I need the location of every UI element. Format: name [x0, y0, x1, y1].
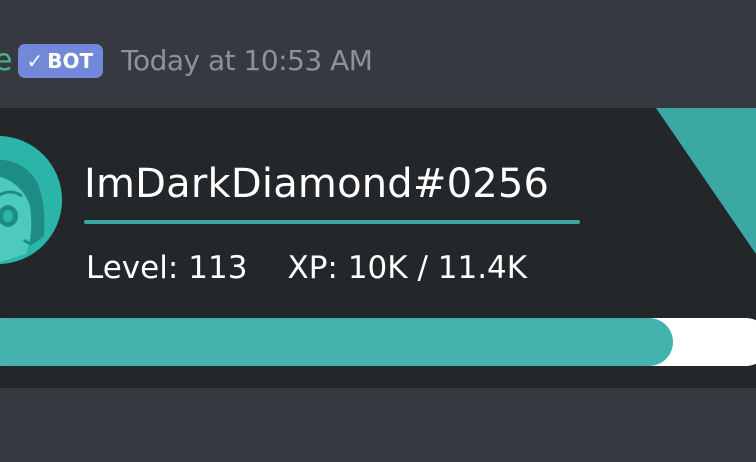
bot-badge: ✓ BOT — [18, 44, 104, 78]
author-name[interactable]: e — [0, 38, 12, 84]
message-header: e ✓ BOT Today at 10:53 AM — [0, 38, 373, 84]
xp-progress-fill — [0, 318, 673, 366]
rank-card: ImDarkDiamond#0256 Level: 113 XP: 10K / … — [0, 108, 756, 388]
xp-label: XP: — [287, 250, 338, 286]
chat-message: e ✓ BOT Today at 10:53 AM ImDarkDiamond#… — [0, 0, 756, 462]
rank-stats: Level: 113 XP: 10K / 11.4K — [86, 248, 527, 288]
message-timestamp[interactable]: Today at 10:53 AM — [121, 38, 373, 84]
avatar[interactable] — [0, 136, 62, 264]
username-underline — [84, 220, 580, 224]
anime-avatar-icon — [0, 136, 62, 264]
rank-username: ImDarkDiamond#0256 — [84, 161, 550, 207]
level-label: Level: — [86, 250, 179, 286]
xp-value: 10K / 11.4K — [347, 250, 528, 286]
check-icon: ✓ — [26, 49, 44, 73]
bot-badge-label: BOT — [47, 49, 94, 73]
xp-progress-track — [0, 318, 756, 366]
level-value: 113 — [188, 250, 248, 286]
